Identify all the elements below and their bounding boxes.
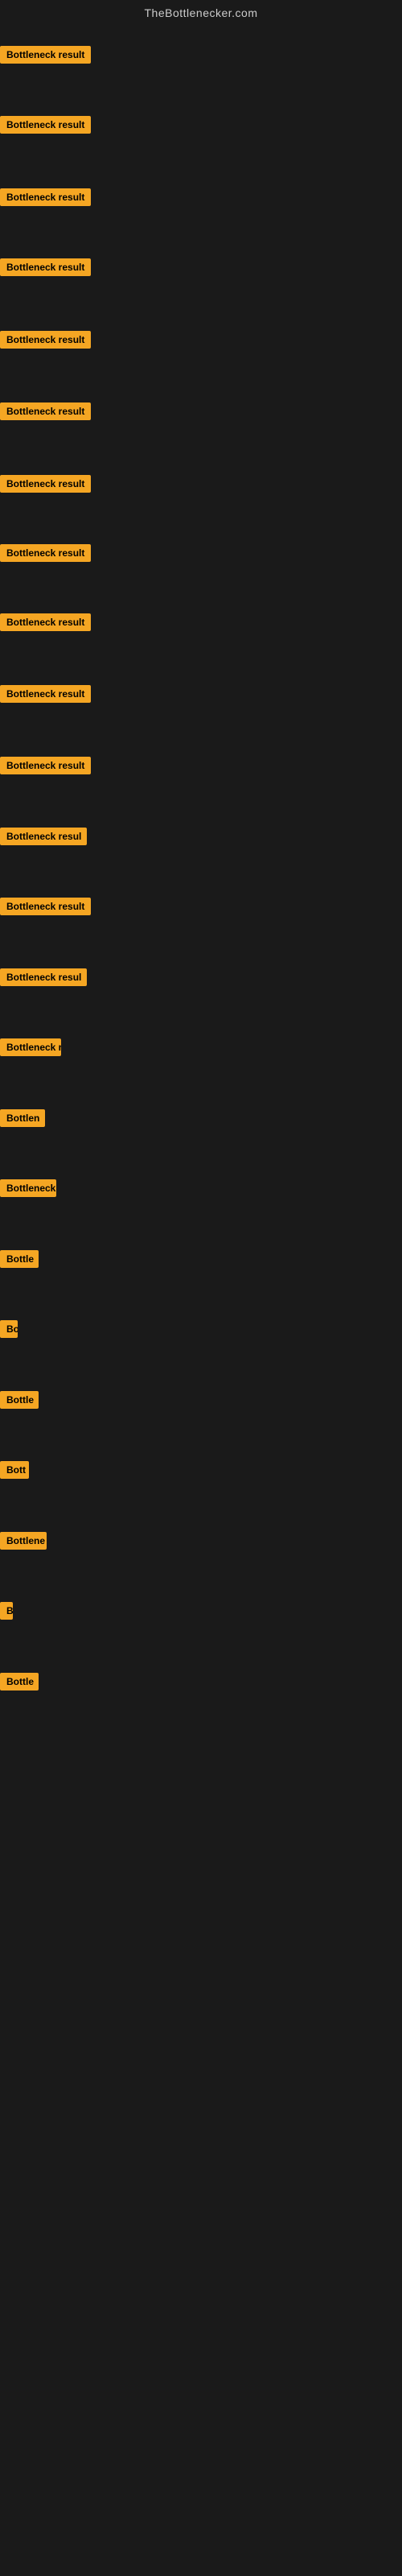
bottleneck-result-badge[interactable]: Bottleneck resul	[0, 828, 87, 845]
bottleneck-result-badge[interactable]: Bottlen	[0, 1109, 45, 1127]
bottleneck-badge-row[interactable]: Bott	[0, 1461, 29, 1483]
bottleneck-badge-row[interactable]: Bottle	[0, 1391, 39, 1413]
bottleneck-badge-row[interactable]: Bottleneck resul	[0, 828, 87, 849]
bottleneck-result-badge[interactable]: Bottleneck result	[0, 613, 91, 631]
bottleneck-result-badge[interactable]: Bottlene	[0, 1532, 47, 1550]
bottleneck-result-badge[interactable]: Bottleneck resul	[0, 968, 87, 986]
bottleneck-result-badge[interactable]: Bottleneck result	[0, 898, 91, 915]
bottleneck-result-badge[interactable]: Bottleneck result	[0, 544, 91, 562]
bottleneck-badge-row[interactable]: Bottleneck result	[0, 116, 91, 138]
bottleneck-badge-row[interactable]: Bo	[0, 1320, 18, 1342]
bottleneck-badge-row[interactable]: Bottlene	[0, 1532, 47, 1554]
bottleneck-result-badge[interactable]: Bottleneck result	[0, 331, 91, 349]
bottleneck-badge-row[interactable]: Bottleneck resul	[0, 968, 87, 990]
bottleneck-badge-row[interactable]: Bottleneck result	[0, 685, 91, 707]
bottleneck-badge-row[interactable]: Bottleneck result	[0, 402, 91, 424]
bottleneck-badge-row[interactable]: Bottle	[0, 1673, 39, 1695]
bottleneck-result-badge[interactable]: Bottle	[0, 1391, 39, 1409]
bottleneck-result-badge[interactable]: Bo	[0, 1320, 18, 1338]
bottleneck-badge-row[interactable]: Bottleneck result	[0, 331, 91, 353]
bottleneck-badge-row[interactable]: Bottleneck	[0, 1179, 56, 1201]
bottleneck-result-badge[interactable]: Bott	[0, 1461, 29, 1479]
bottleneck-badge-row[interactable]: Bottleneck r	[0, 1038, 61, 1060]
site-title: TheBottlenecker.com	[0, 0, 402, 26]
bottleneck-result-badge[interactable]: Bottleneck result	[0, 188, 91, 206]
bottleneck-result-badge[interactable]: B	[0, 1602, 13, 1620]
bottleneck-badge-row[interactable]: Bottleneck result	[0, 544, 91, 566]
bottleneck-badge-row[interactable]: Bottleneck result	[0, 613, 91, 635]
bottleneck-badge-row[interactable]: Bottleneck result	[0, 188, 91, 210]
bottleneck-result-badge[interactable]: Bottleneck result	[0, 475, 91, 493]
bottleneck-badge-row[interactable]: Bottleneck result	[0, 46, 91, 68]
bottleneck-result-badge[interactable]: Bottleneck	[0, 1179, 56, 1197]
bottleneck-result-badge[interactable]: Bottleneck result	[0, 685, 91, 703]
bottleneck-result-badge[interactable]: Bottleneck result	[0, 402, 91, 420]
bottleneck-result-badge[interactable]: Bottleneck result	[0, 116, 91, 134]
bottleneck-badge-row[interactable]: B	[0, 1602, 13, 1624]
bottleneck-result-badge[interactable]: Bottleneck result	[0, 757, 91, 774]
bottleneck-badge-row[interactable]: Bottleneck result	[0, 258, 91, 280]
bottleneck-badge-row[interactable]: Bottlen	[0, 1109, 45, 1131]
bottleneck-result-badge[interactable]: Bottleneck result	[0, 46, 91, 64]
bottleneck-result-badge[interactable]: Bottleneck r	[0, 1038, 61, 1056]
bottleneck-result-badge[interactable]: Bottleneck result	[0, 258, 91, 276]
bottleneck-badge-row[interactable]: Bottleneck result	[0, 757, 91, 778]
page-container: TheBottlenecker.com Bottleneck result Bot…	[0, 0, 402, 2576]
bottleneck-badge-row[interactable]: Bottleneck result	[0, 475, 91, 497]
bottleneck-result-badge[interactable]: Bottle	[0, 1673, 39, 1690]
bottleneck-result-badge[interactable]: Bottle	[0, 1250, 39, 1268]
bottleneck-badge-row[interactable]: Bottle	[0, 1250, 39, 1272]
bottleneck-badge-row[interactable]: Bottleneck result	[0, 898, 91, 919]
